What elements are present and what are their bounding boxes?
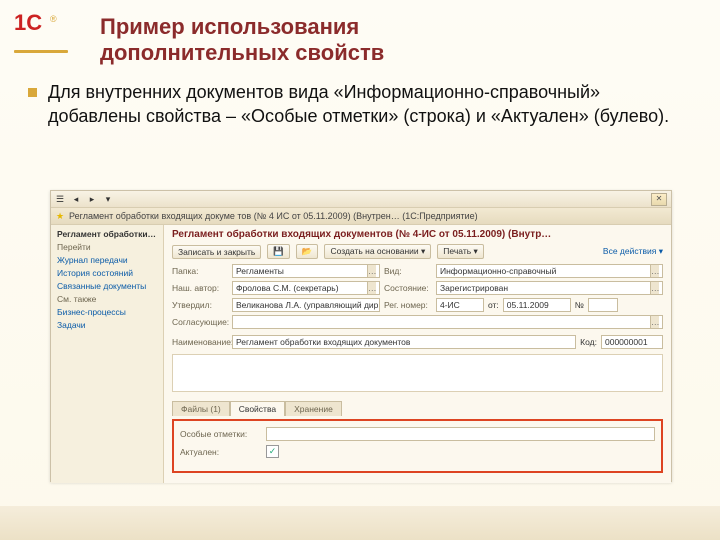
relevant-label: Актуален: xyxy=(180,447,260,457)
sidebar-item[interactable]: Связанные документы xyxy=(57,281,157,291)
save-close-button[interactable]: Записать и закрыть xyxy=(172,245,261,259)
regnum-label: Рег. номер: xyxy=(384,300,432,310)
folder-input[interactable]: Регламенты… xyxy=(232,264,380,278)
sidebar-item[interactable]: Бизнес-процессы xyxy=(57,307,157,317)
sidebar-section: См. также xyxy=(57,294,157,304)
window-title: Регламент обработки входящих докуме тов … xyxy=(69,211,478,221)
tab-storage[interactable]: Хранение xyxy=(285,401,342,416)
state-label: Состояние: xyxy=(384,283,432,293)
sidebar: Регламент обработки… Перейти Журнал пере… xyxy=(51,225,164,483)
corr-input[interactable]: … xyxy=(232,315,663,329)
command-bar: Записать и закрыть 💾 📂 Создать на основа… xyxy=(172,244,663,259)
open-icon[interactable]: 📂 xyxy=(296,244,319,259)
regnum-input[interactable]: 4-ИС xyxy=(436,298,484,312)
num-input[interactable] xyxy=(588,298,618,312)
relevant-checkbox[interactable]: ✓ xyxy=(266,445,279,458)
down-icon[interactable]: ▾ xyxy=(103,194,113,204)
app-window: ☰ ◂ ▸ ▾ ✕ ★ Регламент обработки входящих… xyxy=(50,190,672,482)
form-fields: Папка: Регламенты… Вид: Информационно-сп… xyxy=(172,264,663,473)
kind-input[interactable]: Информационно-справочный… xyxy=(436,264,663,278)
description-area[interactable] xyxy=(172,354,663,392)
sidebar-item[interactable]: Регламент обработки… xyxy=(57,229,157,239)
slide-footer-bar xyxy=(0,506,720,540)
author-label: Наш. автор: xyxy=(172,283,228,293)
special-marks-input[interactable] xyxy=(266,427,655,441)
approved-input[interactable]: Великанова Л.А. (управляющий дир…… xyxy=(232,298,380,312)
name-input[interactable]: Регламент обработки входящих документов xyxy=(232,335,576,349)
state-input[interactable]: Зарегистрирован… xyxy=(436,281,663,295)
sidebar-section: Перейти xyxy=(57,242,157,252)
menu-icon[interactable]: ☰ xyxy=(55,194,65,204)
doc-heading: Регламент обработки входящих документов … xyxy=(172,229,663,240)
print-button[interactable]: Печать ▾ xyxy=(437,244,483,259)
create-based-on-button[interactable]: Создать на основании ▾ xyxy=(324,244,431,259)
code-input[interactable]: 000000001 xyxy=(601,335,663,349)
star-icon: ★ xyxy=(55,211,65,221)
tab-strip: Файлы (1) Свойства Хранение xyxy=(172,401,663,416)
special-marks-label: Особые отметки: xyxy=(180,429,260,439)
slide-body-text: Для внутренних документов вида «Информац… xyxy=(48,80,696,129)
date-label: от: xyxy=(488,300,499,310)
author-input[interactable]: Фролова С.М. (секретарь)… xyxy=(232,281,380,295)
all-actions-link[interactable]: Все действия ▾ xyxy=(603,246,663,257)
back-icon[interactable]: ◂ xyxy=(71,194,81,204)
main-area: Регламент обработки входящих документов … xyxy=(164,225,671,483)
close-icon[interactable]: ✕ xyxy=(651,193,667,206)
folder-label: Папка: xyxy=(172,266,228,276)
tab-properties[interactable]: Свойства xyxy=(230,401,285,416)
corr-label: Согласующие: xyxy=(172,317,228,327)
brand-logo: 1C® xyxy=(14,10,68,50)
bullet-icon xyxy=(28,88,37,97)
sidebar-item[interactable]: Задачи xyxy=(57,320,157,330)
approved-label: Утвердил: xyxy=(172,300,228,310)
date-input[interactable]: 05.11.2009 xyxy=(503,298,571,312)
window-titlebar: ★ Регламент обработки входящих докуме то… xyxy=(51,208,671,225)
save-icon[interactable]: 💾 xyxy=(267,244,290,259)
forward-icon[interactable]: ▸ xyxy=(87,194,97,204)
num-label: № xyxy=(575,300,584,310)
tab-files[interactable]: Файлы (1) xyxy=(172,401,230,416)
slide-title: Пример использования дополнительных свой… xyxy=(100,14,384,67)
kind-label: Вид: xyxy=(384,266,432,276)
code-label: Код: xyxy=(580,337,597,347)
sidebar-item[interactable]: Журнал передачи xyxy=(57,255,157,265)
brand-underline xyxy=(14,50,68,53)
window-menubar: ☰ ◂ ▸ ▾ ✕ xyxy=(51,191,671,208)
sidebar-item[interactable]: История состояний xyxy=(57,268,157,278)
name-label: Наименование: xyxy=(172,337,228,347)
properties-pane-highlight: Особые отметки: Актуален: ✓ xyxy=(172,419,663,473)
